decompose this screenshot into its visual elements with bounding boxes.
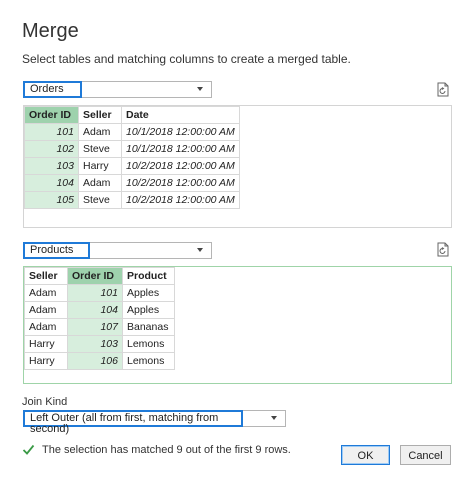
second-table-preview: Seller Order ID Product Adam 101 Apples …: [23, 266, 452, 384]
cell-product: Bananas: [122, 318, 175, 336]
join-kind-selected: Left Outer (all from first, matching fro…: [23, 410, 243, 435]
ok-button[interactable]: OK: [341, 445, 390, 465]
cell-order-id: 105: [24, 191, 79, 209]
cell-order-id: 104: [67, 301, 123, 319]
cell-order-id: 107: [67, 318, 123, 336]
chevron-down-icon: [197, 248, 203, 252]
preview-refresh-icon[interactable]: [436, 242, 450, 257]
table-header-row: Order ID Seller Date: [24, 106, 240, 124]
cell-order-id: 103: [24, 157, 79, 175]
cell-order-id: 102: [24, 140, 79, 158]
cell-seller: Steve: [78, 191, 122, 209]
cell-seller: Adam: [78, 123, 122, 141]
table-row: Adam 107 Bananas: [24, 318, 175, 336]
preview-refresh-icon[interactable]: [436, 82, 450, 97]
table-row: 101 Adam 10/1/2018 12:00:00 AM: [24, 123, 240, 141]
cell-date: 10/1/2018 12:00:00 AM: [121, 123, 240, 141]
cancel-button[interactable]: Cancel: [400, 445, 451, 465]
second-table-grid: Seller Order ID Product Adam 101 Apples …: [24, 267, 175, 370]
table-row: Harry 106 Lemons: [24, 352, 175, 370]
column-header-product[interactable]: Product: [122, 267, 175, 285]
table-row: Harry 103 Lemons: [24, 335, 175, 353]
cell-order-id: 103: [67, 335, 123, 353]
join-kind-label: Join Kind: [22, 396, 68, 408]
cell-seller: Adam: [24, 318, 68, 336]
cell-date: 10/2/2018 12:00:00 AM: [121, 174, 240, 192]
table-header-row: Seller Order ID Product: [24, 267, 175, 285]
cell-order-id: 104: [24, 174, 79, 192]
column-header-order-id[interactable]: Order ID: [67, 267, 123, 285]
column-header-order-id[interactable]: Order ID: [24, 106, 79, 124]
cell-order-id: 101: [67, 284, 123, 302]
cell-product: Lemons: [122, 335, 175, 353]
column-header-seller[interactable]: Seller: [78, 106, 122, 124]
table-row: 102 Steve 10/1/2018 12:00:00 AM: [24, 140, 240, 158]
column-header-seller[interactable]: Seller: [24, 267, 68, 285]
checkmark-icon: [22, 444, 35, 455]
cell-product: Lemons: [122, 352, 175, 370]
match-status-text: The selection has matched 9 out of the f…: [42, 443, 291, 456]
table-row: Adam 104 Apples: [24, 301, 175, 319]
first-table-dropdown[interactable]: Orders: [23, 81, 212, 98]
cell-seller: Steve: [78, 140, 122, 158]
cell-seller: Adam: [24, 301, 68, 319]
second-table-selected: Products: [23, 242, 90, 259]
cell-product: Apples: [122, 301, 175, 319]
table-row: 105 Steve 10/2/2018 12:00:00 AM: [24, 191, 240, 209]
cell-seller: Harry: [24, 335, 68, 353]
chevron-down-icon: [271, 416, 277, 420]
cell-seller: Harry: [24, 352, 68, 370]
cell-date: 10/2/2018 12:00:00 AM: [121, 191, 240, 209]
cell-date: 10/2/2018 12:00:00 AM: [121, 157, 240, 175]
cell-date: 10/1/2018 12:00:00 AM: [121, 140, 240, 158]
first-table-grid: Order ID Seller Date 101 Adam 10/1/2018 …: [24, 106, 240, 209]
first-table-preview: Order ID Seller Date 101 Adam 10/1/2018 …: [23, 105, 452, 228]
cell-order-id: 106: [67, 352, 123, 370]
cell-seller: Harry: [78, 157, 122, 175]
cell-product: Apples: [122, 284, 175, 302]
table-row: 104 Adam 10/2/2018 12:00:00 AM: [24, 174, 240, 192]
dialog-subtitle: Select tables and matching columns to cr…: [22, 52, 351, 66]
chevron-down-icon: [197, 87, 203, 91]
cell-order-id: 101: [24, 123, 79, 141]
table-row: Adam 101 Apples: [24, 284, 175, 302]
second-table-dropdown[interactable]: Products: [23, 242, 212, 259]
table-row: 103 Harry 10/2/2018 12:00:00 AM: [24, 157, 240, 175]
first-table-selected: Orders: [23, 81, 82, 98]
cell-seller: Adam: [78, 174, 122, 192]
cell-seller: Adam: [24, 284, 68, 302]
column-header-date[interactable]: Date: [121, 106, 240, 124]
join-kind-dropdown[interactable]: Left Outer (all from first, matching fro…: [23, 410, 286, 435]
match-status: The selection has matched 9 out of the f…: [22, 443, 291, 456]
dialog-title: Merge: [22, 20, 79, 42]
